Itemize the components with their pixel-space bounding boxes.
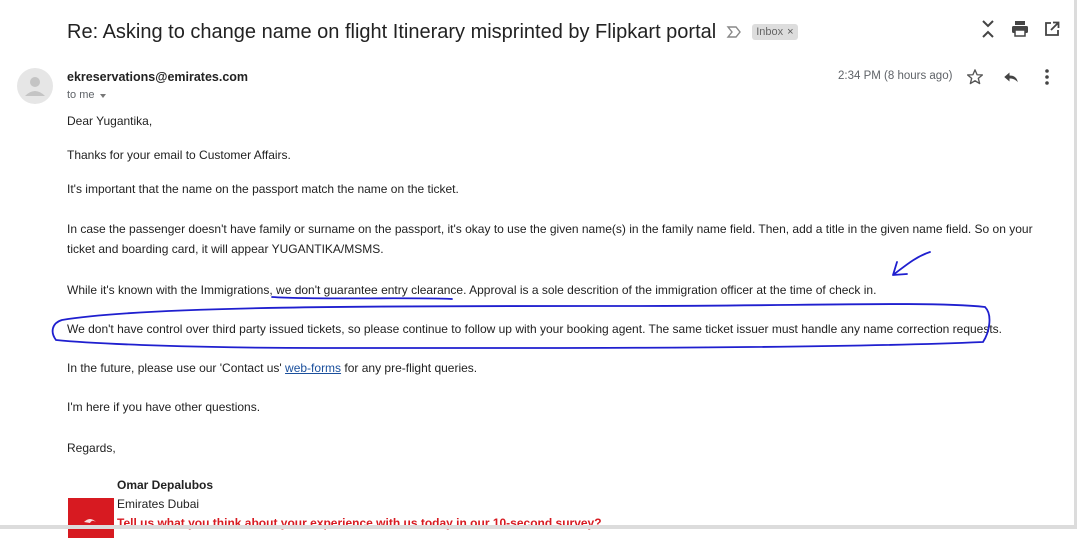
emirates-logo — [68, 498, 114, 538]
signature-company: Emirates Dubai — [117, 497, 200, 511]
sender-avatar[interactable] — [17, 68, 53, 104]
inbox-label-chip[interactable]: Inbox × — [752, 24, 798, 40]
email-subject: Re: Asking to change name on flight Itin… — [67, 20, 717, 43]
greeting: Dear Yugantika, — [67, 114, 153, 128]
p4-prefix: While it's known with the Immigrations, — [67, 283, 277, 297]
recipient-text: to me — [67, 89, 95, 101]
closing: Regards, — [67, 441, 116, 455]
p4-highlight: we don't guarantee entry clearance. — [276, 283, 467, 297]
body-paragraph-3: In case the passenger doesn't have famil… — [67, 222, 1033, 256]
body-paragraph-4: While it's known with the Immigrations, … — [67, 280, 876, 300]
print-icon[interactable] — [1011, 20, 1029, 38]
message-time: 2:34 PM (8 hours ago) — [838, 70, 953, 82]
p6-prefix: In the future, please use our 'Contact u… — [67, 361, 286, 375]
reply-icon[interactable] — [1002, 68, 1020, 86]
message-actions — [966, 68, 1056, 86]
sender-email[interactable]: ekreservations@emirates.com — [67, 70, 248, 84]
more-vertical-icon[interactable] — [1038, 68, 1056, 86]
person-avatar-icon — [25, 77, 45, 96]
email-subject-row: Re: Asking to change name on flight Itin… — [67, 18, 798, 46]
body-paragraph-5: We don't have control over third party i… — [67, 322, 1003, 336]
body-paragraph-1: Thanks for your email to Customer Affair… — [67, 148, 291, 162]
remove-label-button[interactable]: × — [787, 25, 793, 39]
open-in-new-window-icon[interactable] — [1043, 20, 1061, 38]
body-paragraph-2: It's important that the name on the pass… — [67, 182, 459, 196]
label-arrow-icon[interactable] — [726, 25, 742, 39]
collapse-icon[interactable] — [979, 20, 997, 38]
window-bottom-border — [0, 525, 1077, 529]
p6-suffix: for any pre-flight queries. — [341, 361, 478, 375]
signature-name: Omar Depalubos — [117, 478, 214, 492]
body-paragraph-7: I'm here if you have other questions. — [67, 400, 261, 414]
thread-actions — [979, 20, 1061, 38]
p4-suffix: Approval is a sole descrition of the imm… — [466, 283, 877, 297]
chevron-down-icon — [99, 94, 106, 98]
recipient-details-toggle[interactable]: to me — [67, 89, 106, 101]
star-icon[interactable] — [966, 68, 984, 86]
web-forms-link[interactable]: web-forms — [285, 361, 341, 375]
body-paragraph-6: In the future, please use our 'Contact u… — [67, 358, 477, 378]
inbox-label-text: Inbox — [756, 26, 784, 38]
